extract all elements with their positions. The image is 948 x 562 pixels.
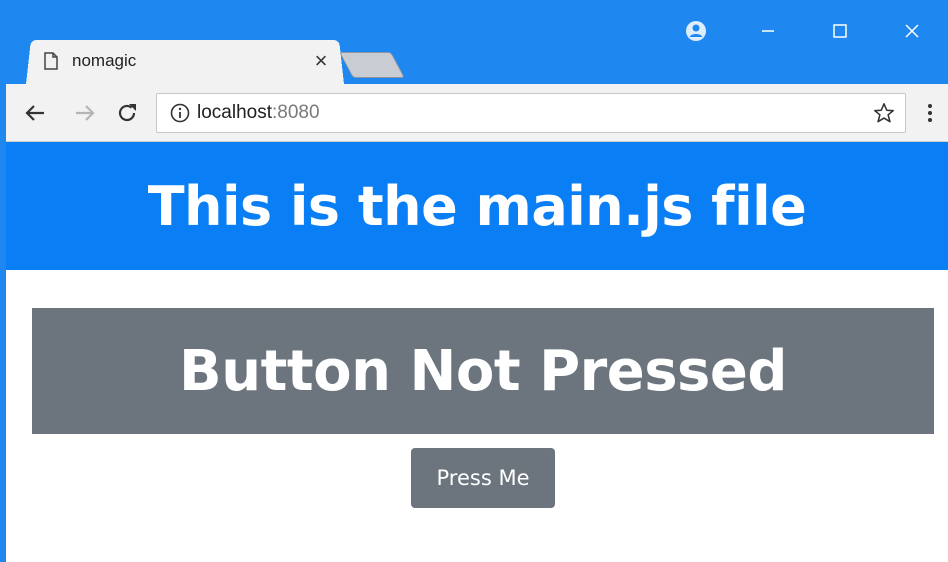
press-me-button[interactable]: Press Me xyxy=(411,448,555,508)
forward-arrow-icon[interactable] xyxy=(70,98,100,128)
url-host: localhost xyxy=(197,102,272,123)
page-title: This is the main.js file xyxy=(147,174,807,238)
url-text[interactable]: localhost:8080 xyxy=(197,102,869,124)
status-panel: Button Not Pressed xyxy=(32,308,934,434)
address-bar[interactable]: localhost:8080 xyxy=(156,93,906,133)
tab-title: nomagic xyxy=(72,51,137,70)
info-icon[interactable] xyxy=(169,102,191,124)
status-message: Button Not Pressed xyxy=(179,338,787,404)
back-arrow-icon[interactable] xyxy=(20,98,50,128)
browser-toolbar: localhost:8080 xyxy=(6,84,948,142)
close-icon[interactable] xyxy=(876,8,948,54)
profile-icon[interactable] xyxy=(660,8,732,54)
header-banner: This is the main.js file xyxy=(6,142,948,270)
star-icon[interactable] xyxy=(869,98,899,128)
active-tab[interactable]: nomagic × xyxy=(36,38,336,84)
page-icon xyxy=(42,52,60,70)
reload-icon[interactable] xyxy=(112,98,142,128)
window-controls xyxy=(660,8,948,54)
tab-close-icon[interactable]: × xyxy=(310,48,332,73)
minimize-icon[interactable] xyxy=(732,8,804,54)
kebab-menu-icon[interactable] xyxy=(918,98,942,128)
maximize-icon[interactable] xyxy=(804,8,876,54)
url-port: :8080 xyxy=(272,102,320,123)
title-bar: nomagic × xyxy=(6,0,948,84)
browser-window: nomagic × localhost:8080 This is the mai… xyxy=(0,0,948,562)
new-tab-button[interactable] xyxy=(339,52,405,78)
